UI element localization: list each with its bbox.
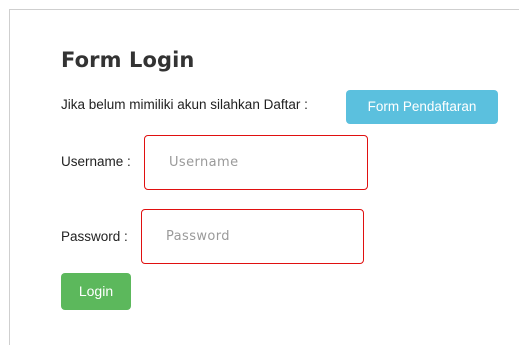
password-label: Password : [61,229,128,244]
password-input[interactable] [141,209,364,264]
register-form-button[interactable]: Form Pendaftaran [346,90,498,124]
page-frame-left-border [9,9,10,345]
login-button[interactable]: Login [61,273,131,310]
username-input[interactable] [144,135,368,190]
page-frame-top-border [9,9,519,10]
form-title: Form Login [61,48,195,72]
register-prompt: Jika belum mimiliki akun silahkan Daftar… [61,97,308,112]
username-label: Username : [61,154,131,169]
